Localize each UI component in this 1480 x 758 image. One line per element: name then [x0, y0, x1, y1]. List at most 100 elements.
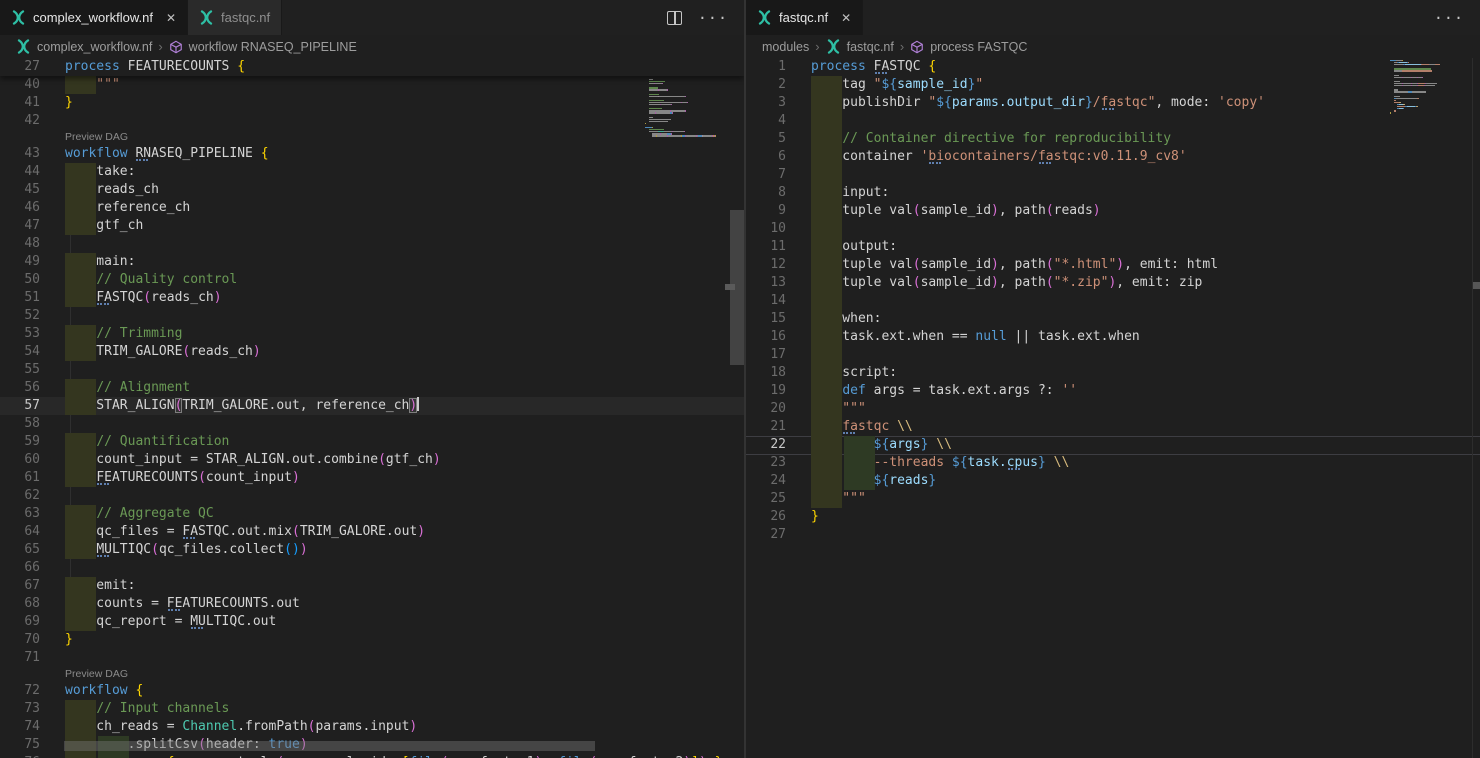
code-line[interactable]: 25 """ — [746, 490, 1480, 508]
line-number[interactable]: 4 — [746, 112, 786, 130]
line-number[interactable]: 73 — [0, 700, 40, 718]
code-line[interactable]: 41} — [0, 94, 744, 112]
line-number[interactable]: 41 — [0, 94, 40, 112]
line-number[interactable]: 51 — [0, 289, 40, 307]
code-line[interactable]: 1process FASTQC { — [746, 58, 1480, 76]
line-number[interactable]: 48 — [0, 235, 40, 253]
code-line[interactable]: 71 — [0, 649, 744, 667]
code-line[interactable]: 40 """ — [0, 76, 744, 94]
scrollbar-slider[interactable] — [1473, 282, 1480, 289]
line-number[interactable]: 19 — [746, 382, 786, 400]
more-actions-icon[interactable]: ··· — [1434, 9, 1464, 27]
line-number[interactable]: 10 — [746, 220, 786, 238]
code-line[interactable]: 15 when: — [746, 310, 1480, 328]
code-line[interactable]: 19 def args = task.ext.args ?: '' — [746, 382, 1480, 400]
line-number[interactable]: 61 — [0, 469, 40, 487]
line-number[interactable]: 20 — [746, 400, 786, 418]
code-line[interactable]: 7 — [746, 166, 1480, 184]
code-line[interactable]: 66 — [0, 559, 744, 577]
line-number[interactable]: 7 — [746, 166, 786, 184]
code-line[interactable]: 13 tuple val(sample_id), path("*.zip"), … — [746, 274, 1480, 292]
split-editor-icon[interactable] — [667, 11, 682, 25]
code-line[interactable]: 74 ch_reads = Channel.fromPath(params.in… — [0, 718, 744, 736]
code-line[interactable]: 20 """ — [746, 400, 1480, 418]
line-number[interactable]: 62 — [0, 487, 40, 505]
line-number[interactable]: 40 — [0, 76, 40, 94]
line-number[interactable]: 6 — [746, 148, 786, 166]
line-number[interactable]: 44 — [0, 163, 40, 181]
code-editor-left[interactable]: 27process FEATURECOUNTS {40 """41}42 Prev… — [0, 58, 744, 758]
line-number[interactable]: 9 — [746, 202, 786, 220]
line-number[interactable]: 74 — [0, 718, 40, 736]
code-line[interactable]: 9 tuple val(sample_id), path(reads) — [746, 202, 1480, 220]
line-number[interactable]: 47 — [0, 217, 40, 235]
line-number[interactable]: 56 — [0, 379, 40, 397]
line-number[interactable]: 1 — [746, 58, 786, 76]
sticky-scroll-line[interactable]: 27process FEATURECOUNTS { — [0, 58, 744, 76]
line-number[interactable]: 8 — [746, 184, 786, 202]
tab-fastqc-left[interactable]: fastqc.nf — [188, 0, 282, 35]
code-line[interactable]: 42 — [0, 112, 744, 130]
line-number[interactable]: 25 — [746, 490, 786, 508]
code-line[interactable]: 57 STAR_ALIGN(TRIM_GALORE.out, reference… — [0, 397, 744, 415]
line-number[interactable]: 24 — [746, 472, 786, 490]
code-line[interactable]: 61 FEATURECOUNTS(count_input) — [0, 469, 744, 487]
line-number[interactable]: 23 — [746, 454, 786, 472]
line-number[interactable]: 66 — [0, 559, 40, 577]
code-line[interactable]: 53 // Trimming — [0, 325, 744, 343]
vertical-scrollbar[interactable] — [1472, 58, 1480, 758]
code-line[interactable]: 12 tuple val(sample_id), path("*.html"),… — [746, 256, 1480, 274]
line-number[interactable]: 27 — [0, 58, 40, 76]
line-number[interactable]: 17 — [746, 346, 786, 364]
line-number[interactable]: 12 — [746, 256, 786, 274]
breadcrumb-item-file[interactable]: complex_workflow.nf — [37, 40, 152, 54]
code-line[interactable]: 60 count_input = STAR_ALIGN.out.combine(… — [0, 451, 744, 469]
code-line[interactable]: 6 container 'biocontainers/fastqc:v0.11.… — [746, 148, 1480, 166]
line-number[interactable]: 11 — [746, 238, 786, 256]
horizontal-scrollbar[interactable] — [64, 741, 595, 751]
code-line[interactable]: 27 — [746, 526, 1480, 544]
line-number[interactable]: 53 — [0, 325, 40, 343]
line-number[interactable]: 59 — [0, 433, 40, 451]
code-line[interactable]: 54 TRIM_GALORE(reads_ch) — [0, 343, 744, 361]
line-number[interactable]: 68 — [0, 595, 40, 613]
codelens[interactable]: Preview DAG — [0, 667, 744, 682]
line-number[interactable]: 43 — [0, 145, 40, 163]
tab-complex-workflow[interactable]: complex_workflow.nf ✕ — [0, 0, 188, 35]
close-icon[interactable]: ✕ — [166, 11, 176, 25]
line-number[interactable]: 55 — [0, 361, 40, 379]
code-line[interactable]: 56 // Alignment — [0, 379, 744, 397]
code-line[interactable]: 44 take: — [0, 163, 744, 181]
code-line[interactable]: 5 // Container directive for reproducibi… — [746, 130, 1480, 148]
code-line[interactable]: 65 MULTIQC(qc_files.collect()) — [0, 541, 744, 559]
code-line[interactable]: 47 gtf_ch — [0, 217, 744, 235]
breadcrumb-item-symbol[interactable]: process FASTQC — [930, 40, 1027, 54]
line-number[interactable]: 26 — [746, 508, 786, 526]
line-number[interactable]: 3 — [746, 94, 786, 112]
line-number[interactable]: 15 — [746, 310, 786, 328]
close-icon[interactable]: ✕ — [841, 11, 851, 25]
line-number[interactable]: 76 — [0, 754, 40, 758]
code-line[interactable]: 45 reads_ch — [0, 181, 744, 199]
line-number[interactable]: 75 — [0, 736, 40, 754]
code-line[interactable]: 52 — [0, 307, 744, 325]
line-number[interactable]: 27 — [746, 526, 786, 544]
code-line[interactable]: 18 script: — [746, 364, 1480, 382]
more-actions-icon[interactable]: ··· — [698, 9, 728, 27]
line-number[interactable]: 16 — [746, 328, 786, 346]
line-number[interactable]: 18 — [746, 364, 786, 382]
code-line[interactable]: 3 publishDir "${params.output_dir}/fastq… — [746, 94, 1480, 112]
tab-fastqc-right[interactable]: fastqc.nf ✕ — [746, 0, 863, 35]
code-line[interactable]: 62 — [0, 487, 744, 505]
line-number[interactable]: 46 — [0, 199, 40, 217]
line-number[interactable]: 65 — [0, 541, 40, 559]
line-number[interactable]: 71 — [0, 649, 40, 667]
line-number[interactable]: 69 — [0, 613, 40, 631]
line-number[interactable]: 21 — [746, 418, 786, 436]
line-number[interactable]: 5 — [746, 130, 786, 148]
code-line[interactable]: 64 qc_files = FASTQC.out.mix(TRIM_GALORE… — [0, 523, 744, 541]
line-number[interactable]: 60 — [0, 451, 40, 469]
code-line[interactable]: 11 output: — [746, 238, 1480, 256]
line-number[interactable]: 54 — [0, 343, 40, 361]
code-line[interactable]: 72workflow { — [0, 682, 744, 700]
